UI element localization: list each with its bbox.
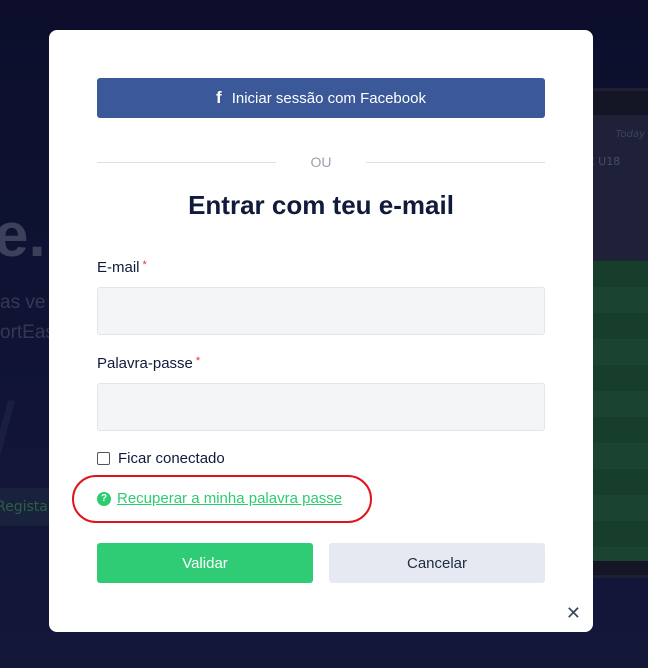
email-label: E-mail * bbox=[97, 259, 147, 276]
email-field[interactable] bbox=[97, 287, 545, 335]
recover-password-link[interactable]: Recuperar a minha palavra passe bbox=[117, 490, 342, 507]
facebook-icon: f bbox=[216, 88, 222, 107]
remember-me-label[interactable]: Ficar conectado bbox=[118, 450, 225, 467]
modal-title: Entrar com teu e-mail bbox=[188, 190, 454, 220]
or-divider: OU bbox=[97, 152, 545, 172]
required-marker: * bbox=[142, 259, 147, 271]
recover-password[interactable]: ? Recuperar a minha palavra passe bbox=[97, 490, 342, 507]
remember-me[interactable]: Ficar conectado bbox=[97, 450, 225, 467]
remember-me-checkbox[interactable] bbox=[97, 452, 110, 465]
question-circle-icon: ? bbox=[97, 491, 111, 506]
cancel-button[interactable]: Cancelar bbox=[329, 543, 545, 583]
facebook-login-button[interactable]: f Iniciar sessão com Facebook bbox=[97, 78, 545, 118]
divider-text: OU bbox=[310, 154, 332, 170]
password-label: Palavra-passe * bbox=[97, 355, 200, 372]
facebook-login-label: Iniciar sessão com Facebook bbox=[231, 89, 426, 107]
divider-line-right bbox=[366, 161, 545, 163]
validate-button[interactable]: Validar bbox=[97, 543, 313, 583]
password-field[interactable] bbox=[97, 383, 545, 431]
login-modal: f Iniciar sessão com Facebook OU Entrar … bbox=[49, 30, 593, 632]
close-icon[interactable]: ✕ bbox=[566, 603, 581, 624]
email-label-text: E-mail bbox=[97, 259, 140, 276]
password-label-text: Palavra-passe bbox=[97, 355, 193, 372]
divider-line-left bbox=[97, 161, 276, 163]
required-marker: * bbox=[195, 355, 201, 367]
